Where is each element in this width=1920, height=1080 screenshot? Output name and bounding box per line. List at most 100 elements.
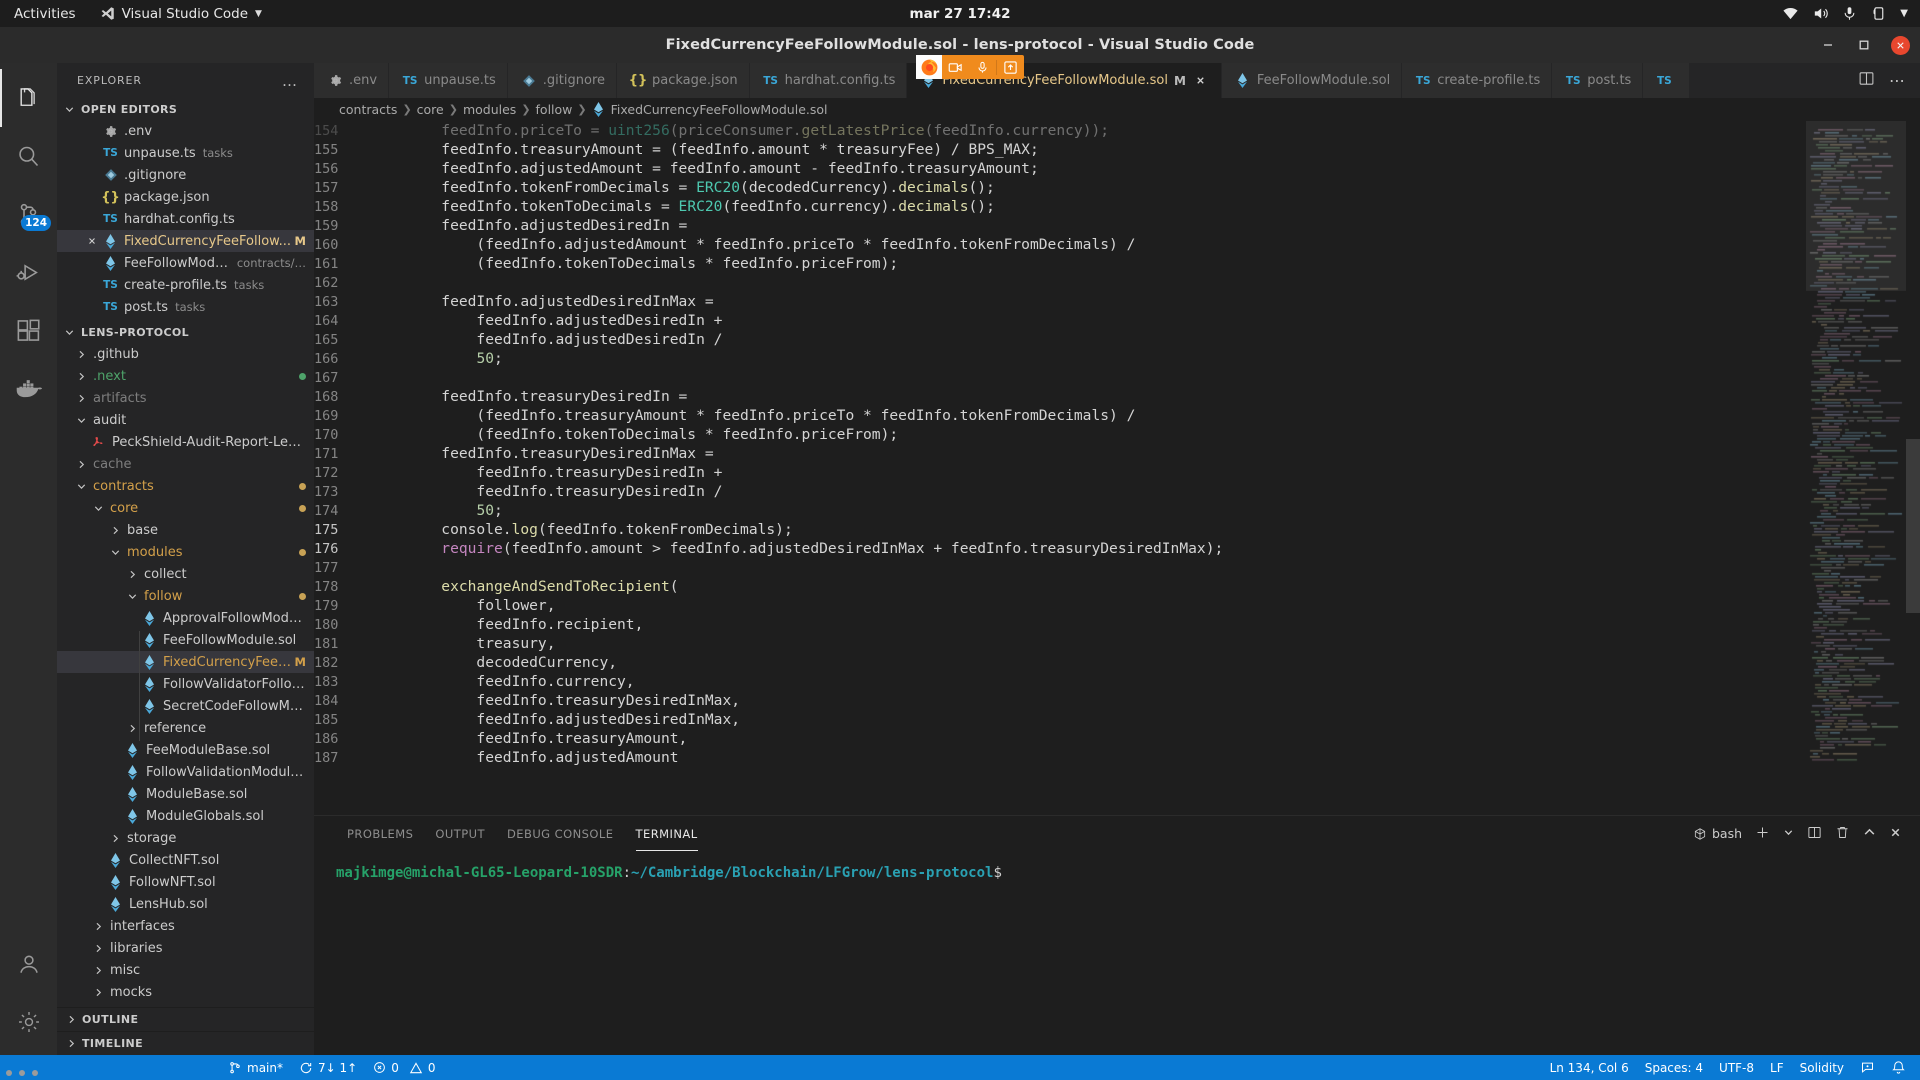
- tree-file[interactable]: FixedCurrencyFeeFollow…M: [57, 651, 314, 673]
- chevron-right-icon[interactable]: [107, 830, 123, 846]
- code-line[interactable]: 177: [314, 558, 1920, 577]
- code-line[interactable]: 168 feedInfo.treasuryDesiredIn =: [314, 387, 1920, 406]
- code-line[interactable]: 169 (feedInfo.treasuryAmount * feedInfo.…: [314, 406, 1920, 425]
- code-line[interactable]: 170 (feedInfo.tokenToDecimals * feedInfo…: [314, 425, 1920, 444]
- code-line[interactable]: 163 feedInfo.adjustedDesiredInMax =: [314, 292, 1920, 311]
- breadcrumb-item[interactable]: modules: [463, 102, 516, 117]
- code-line[interactable]: 186 feedInfo.treasuryAmount,: [314, 729, 1920, 748]
- minimize-button[interactable]: [1819, 36, 1837, 54]
- open-editor-item[interactable]: FixedCurrencyFeeFollow... M: [57, 230, 314, 252]
- chevron-right-icon[interactable]: [90, 940, 106, 956]
- sidebar-item-extensions[interactable]: [0, 301, 57, 359]
- minimap-slider[interactable]: [1806, 121, 1906, 291]
- maximize-button[interactable]: [1855, 36, 1873, 54]
- status-language-mode[interactable]: Solidity: [1792, 1055, 1852, 1080]
- battery-icon[interactable]: [1870, 5, 1887, 22]
- open-editor-item[interactable]: TS create-profile.ts tasks: [57, 274, 314, 296]
- tree-file[interactable]: ModuleBase.sol: [57, 783, 314, 805]
- chevron-right-icon[interactable]: [124, 566, 140, 582]
- sidebar-item-source-control[interactable]: 124: [0, 185, 57, 243]
- chevron-right-icon[interactable]: [73, 368, 89, 384]
- tree-folder[interactable]: audit: [57, 409, 314, 431]
- code-line[interactable]: 182 decodedCurrency,: [314, 653, 1920, 672]
- code-line[interactable]: 174 50;: [314, 501, 1920, 520]
- sidebar-item-search[interactable]: [0, 127, 57, 185]
- more-actions-icon[interactable]: ⋯: [1889, 71, 1906, 90]
- chevron-right-icon[interactable]: [73, 390, 89, 406]
- maximize-panel-icon[interactable]: [1863, 826, 1876, 842]
- chevron-down-icon[interactable]: [124, 588, 140, 604]
- tab-package-json[interactable]: {} package.json: [617, 63, 750, 98]
- code-line[interactable]: 161 (feedInfo.tokenToDecimals * feedInfo…: [314, 254, 1920, 273]
- screen-share-icon[interactable]: [942, 55, 969, 79]
- tree-folder[interactable]: libraries: [57, 937, 314, 959]
- status-sync[interactable]: 7↓ 1↑: [291, 1055, 365, 1080]
- wifi-icon[interactable]: [1782, 5, 1799, 22]
- chevron-right-icon[interactable]: [107, 522, 123, 538]
- breadcrumb-file[interactable]: FixedCurrencyFeeFollowModule.sol: [611, 102, 828, 117]
- sidebar-item-docker[interactable]: [0, 359, 57, 417]
- tree-file[interactable]: ApprovalFollowModule.sol: [57, 607, 314, 629]
- code-line[interactable]: 183 feedInfo.currency,: [314, 672, 1920, 691]
- app-menu[interactable]: Visual Studio Code ▼: [90, 6, 272, 22]
- chevron-right-icon[interactable]: [73, 346, 89, 362]
- tab-bar-actions[interactable]: ⋯: [1844, 63, 1920, 98]
- code-line[interactable]: 184 feedInfo.treasuryDesiredInMax,: [314, 691, 1920, 710]
- open-editor-item[interactable]: {} package.json: [57, 186, 314, 208]
- activities-button[interactable]: Activities: [0, 6, 90, 22]
- code-line[interactable]: 185 feedInfo.adjustedDesiredInMax,: [314, 710, 1920, 729]
- code-line[interactable]: 154 feedInfo.priceTo = uint256(priceCons…: [314, 121, 1920, 140]
- tab-feefollowmodule-sol[interactable]: FeeFollowModule.sol: [1221, 63, 1403, 98]
- tree-folder[interactable]: .github: [57, 343, 314, 365]
- terminal-shell-selector[interactable]: bash: [1693, 826, 1742, 841]
- clock[interactable]: mar 27 17:42: [910, 6, 1011, 22]
- split-editor-icon[interactable]: [1858, 70, 1875, 91]
- code-line[interactable]: 164 feedInfo.adjustedDesiredIn +: [314, 311, 1920, 330]
- open-editor-item[interactable]: FeeFollowModule.sol contracts/…: [57, 252, 314, 274]
- tab--env[interactable]: .env: [314, 63, 390, 98]
- section-timeline[interactable]: TIMELINE: [57, 1031, 314, 1055]
- tree-folder[interactable]: interfaces: [57, 915, 314, 937]
- bell-icon[interactable]: [1883, 1055, 1920, 1080]
- chevron-down-icon[interactable]: [107, 544, 123, 560]
- sidebar-item-run-and-debug[interactable]: [0, 243, 57, 301]
- tab-overflow[interactable]: TS: [1643, 63, 1691, 98]
- tree-folder[interactable]: base: [57, 519, 314, 541]
- code-line[interactable]: 181 treasury,: [314, 634, 1920, 653]
- open-editor-item[interactable]: TS post.ts tasks: [57, 296, 314, 318]
- tree-folder[interactable]: core: [57, 497, 314, 519]
- tree-folder[interactable]: reference: [57, 717, 314, 739]
- editor-scrollbar-thumb[interactable]: [1906, 439, 1920, 613]
- code-line[interactable]: 180 feedInfo.recipient,: [314, 615, 1920, 634]
- tab-post-ts[interactable]: TS post.ts: [1552, 63, 1644, 98]
- chevron-right-icon[interactable]: [90, 962, 106, 978]
- code-line[interactable]: 178 exchangeAndSendToRecipient(: [314, 577, 1920, 596]
- chevron-down-icon[interactable]: [73, 412, 89, 428]
- kill-terminal-icon[interactable]: [1835, 825, 1850, 843]
- code-line[interactable]: 172 feedInfo.treasuryDesiredIn +: [314, 463, 1920, 482]
- split-terminal-icon[interactable]: [1807, 825, 1822, 843]
- code-line[interactable]: 187 feedInfo.adjustedAmount: [314, 748, 1920, 767]
- tree-folder[interactable]: storage: [57, 827, 314, 849]
- code-line[interactable]: 167: [314, 368, 1920, 387]
- tree-folder[interactable]: cache: [57, 453, 314, 475]
- tree-folder[interactable]: .next: [57, 365, 314, 387]
- tab-unpause-ts[interactable]: TS unpause.ts: [389, 63, 508, 98]
- tab--gitignore[interactable]: .gitignore: [507, 63, 618, 98]
- open-editor-item[interactable]: TS unpause.ts tasks: [57, 142, 314, 164]
- tab-hardhat-config-ts[interactable]: TS hardhat.config.ts: [749, 63, 908, 98]
- volume-icon[interactable]: [1812, 5, 1829, 22]
- code-line[interactable]: 155 feedInfo.treasuryAmount = (feedInfo.…: [314, 140, 1920, 159]
- code-line[interactable]: 173 feedInfo.treasuryDesiredIn /: [314, 482, 1920, 501]
- tree-file[interactable]: FeeFollowModule.sol: [57, 629, 314, 651]
- close-icon[interactable]: [83, 233, 100, 250]
- chevron-down-icon[interactable]: [73, 478, 89, 494]
- more-actions-icon[interactable]: …: [282, 72, 298, 90]
- code-line[interactable]: 156 feedInfo.adjustedAmount = feedInfo.a…: [314, 159, 1920, 178]
- chevron-right-icon[interactable]: [90, 918, 106, 934]
- chevron-down-icon[interactable]: ▼: [1900, 8, 1908, 19]
- chevron-right-icon[interactable]: [73, 456, 89, 472]
- panel-tab-debug-console[interactable]: DEBUG CONSOLE: [496, 816, 625, 851]
- tree-folder[interactable]: collect: [57, 563, 314, 585]
- accounts-button[interactable]: [0, 935, 57, 993]
